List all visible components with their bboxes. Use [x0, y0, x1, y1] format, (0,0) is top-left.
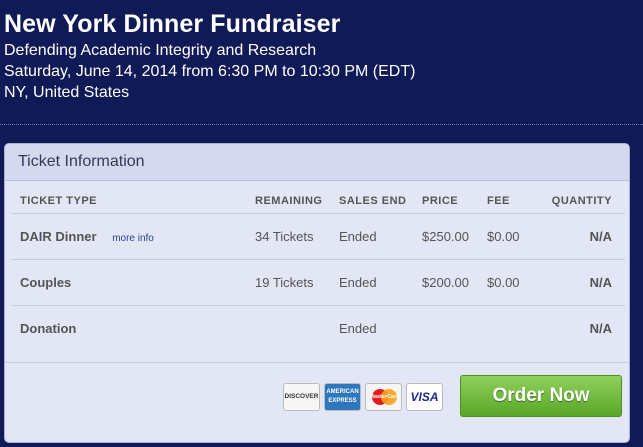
col-sales-end: SALES END: [339, 194, 407, 207]
amex-line1: AMERICAN: [326, 389, 359, 395]
discover-card-icon: DISCOVER: [283, 383, 320, 411]
mastercard-card-icon: MasterCard: [365, 383, 402, 411]
quantity-cell: N/A: [544, 259, 625, 306]
ticket-table: TICKET TYPE REMAINING SALES END PRICE FE…: [11, 188, 625, 351]
ticket-type-cell: DAIR Dinner more info: [11, 213, 255, 260]
sales-end-cell: Ended: [339, 259, 422, 306]
amex-line2: EXPRESS: [328, 398, 357, 404]
price-cell: [422, 305, 487, 351]
fee-cell: [487, 305, 544, 351]
event-organization: Defending Academic Integrity and Researc…: [4, 42, 317, 59]
col-ticket-type: TICKET TYPE: [20, 194, 98, 207]
divider: [0, 124, 643, 125]
col-price: PRICE: [422, 194, 459, 207]
ticket-table-header: TICKET TYPE REMAINING SALES END PRICE FE…: [11, 188, 625, 214]
payment-footer: DISCOVER AMERICAN EXPRESS MasterCard VISA Or…: [5, 362, 629, 442]
table-row: Donation Ended N/A: [11, 305, 625, 351]
sales-end-cell: Ended: [339, 213, 422, 260]
accepted-cards: DISCOVER AMERICAN EXPRESS MasterCard VISA: [283, 383, 447, 411]
visa-card-icon: VISA: [406, 383, 443, 411]
quantity-cell: N/A: [544, 213, 625, 260]
table-row: DAIR Dinner more info 34 Tickets Ended $…: [11, 213, 625, 260]
ticket-panel: Ticket Information TICKET TYPE REMAINING…: [4, 143, 630, 443]
event-location: NY, United States: [4, 84, 130, 101]
remaining-cell: 19 Tickets: [255, 259, 339, 306]
order-now-button[interactable]: Order Now: [460, 375, 622, 417]
ticket-type-name: Donation: [20, 321, 77, 336]
event-title: New York Dinner Fundraiser: [4, 10, 341, 38]
col-remaining: REMAINING: [255, 194, 323, 207]
event-datetime: Saturday, June 14, 2014 from 6:30 PM to …: [4, 63, 416, 80]
amex-card-icon: AMERICAN EXPRESS: [324, 383, 361, 411]
fee-cell: $0.00: [487, 259, 544, 306]
remaining-cell: 34 Tickets: [255, 213, 339, 260]
ticket-type-name: DAIR Dinner: [20, 229, 97, 244]
col-fee: FEE: [487, 194, 510, 207]
event-header: New York Dinner Fundraiser Defending Aca…: [4, 8, 415, 103]
more-info-link[interactable]: more info: [112, 233, 154, 244]
fee-cell: $0.00: [487, 213, 544, 260]
quantity-cell: N/A: [544, 305, 625, 351]
ticket-type-cell: Donation: [11, 305, 255, 351]
ticket-panel-heading: Ticket Information: [5, 144, 629, 181]
price-cell: $250.00: [422, 213, 487, 260]
price-cell: $200.00: [422, 259, 487, 306]
ticket-type-cell: Couples: [11, 259, 255, 306]
table-row: Couples 19 Tickets Ended $200.00 $0.00 N…: [11, 259, 625, 306]
mastercard-label: MasterCard: [369, 394, 400, 400]
remaining-cell: [255, 305, 339, 351]
col-quantity: QUANTITY: [551, 194, 612, 207]
ticket-type-name: Couples: [20, 275, 72, 290]
sales-end-cell: Ended: [339, 305, 422, 351]
